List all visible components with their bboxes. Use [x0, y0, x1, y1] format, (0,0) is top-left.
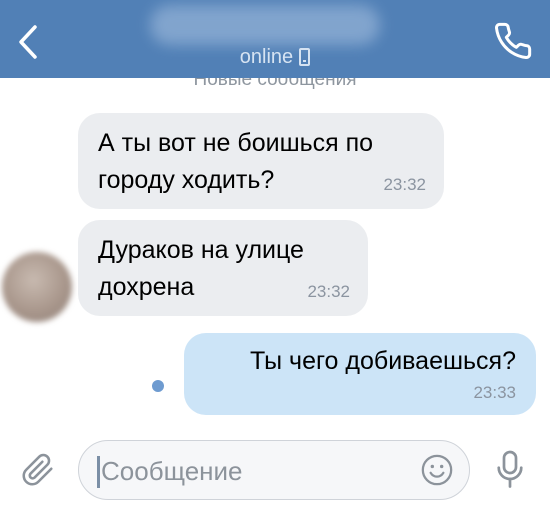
chat-header: online	[0, 0, 550, 78]
message-time: 23:33	[473, 383, 516, 402]
paperclip-icon	[22, 453, 53, 486]
message-time: 23:32	[307, 282, 350, 301]
text-cursor	[97, 456, 100, 488]
contact-name-blurred[interactable]	[150, 5, 380, 45]
message-time: 23:32	[383, 175, 426, 194]
message-composer	[0, 432, 550, 510]
call-button[interactable]	[490, 18, 536, 64]
avatar[interactable]	[2, 252, 72, 322]
voice-message-button[interactable]	[488, 446, 532, 494]
message-text: А ты вот не боишься по городу ходить?	[98, 129, 374, 194]
attach-button[interactable]	[16, 448, 60, 492]
message-bubble-outgoing[interactable]: Ты чего добиваешься? 23:33	[184, 333, 536, 415]
message-text: Ты чего добиваешься?	[249, 347, 516, 375]
message-bubble-incoming[interactable]: А ты вот не боишься по городу ходить? 23…	[78, 113, 444, 209]
mobile-phone-icon	[299, 48, 311, 66]
status-text: online	[239, 45, 294, 68]
contact-status: online	[0, 44, 550, 70]
message-input-box[interactable]	[78, 440, 470, 500]
unread-indicator-dot	[152, 380, 164, 392]
message-bubble-incoming[interactable]: Дураков на улице дохрена 23:32	[78, 220, 368, 316]
emoji-button[interactable]	[417, 450, 457, 490]
emoji-icon	[421, 454, 453, 486]
microphone-icon	[497, 450, 523, 488]
phone-icon	[495, 22, 532, 59]
chat-screen: Новые сообщения online А ты вот не боишь…	[0, 0, 550, 510]
message-input[interactable]	[101, 451, 401, 491]
